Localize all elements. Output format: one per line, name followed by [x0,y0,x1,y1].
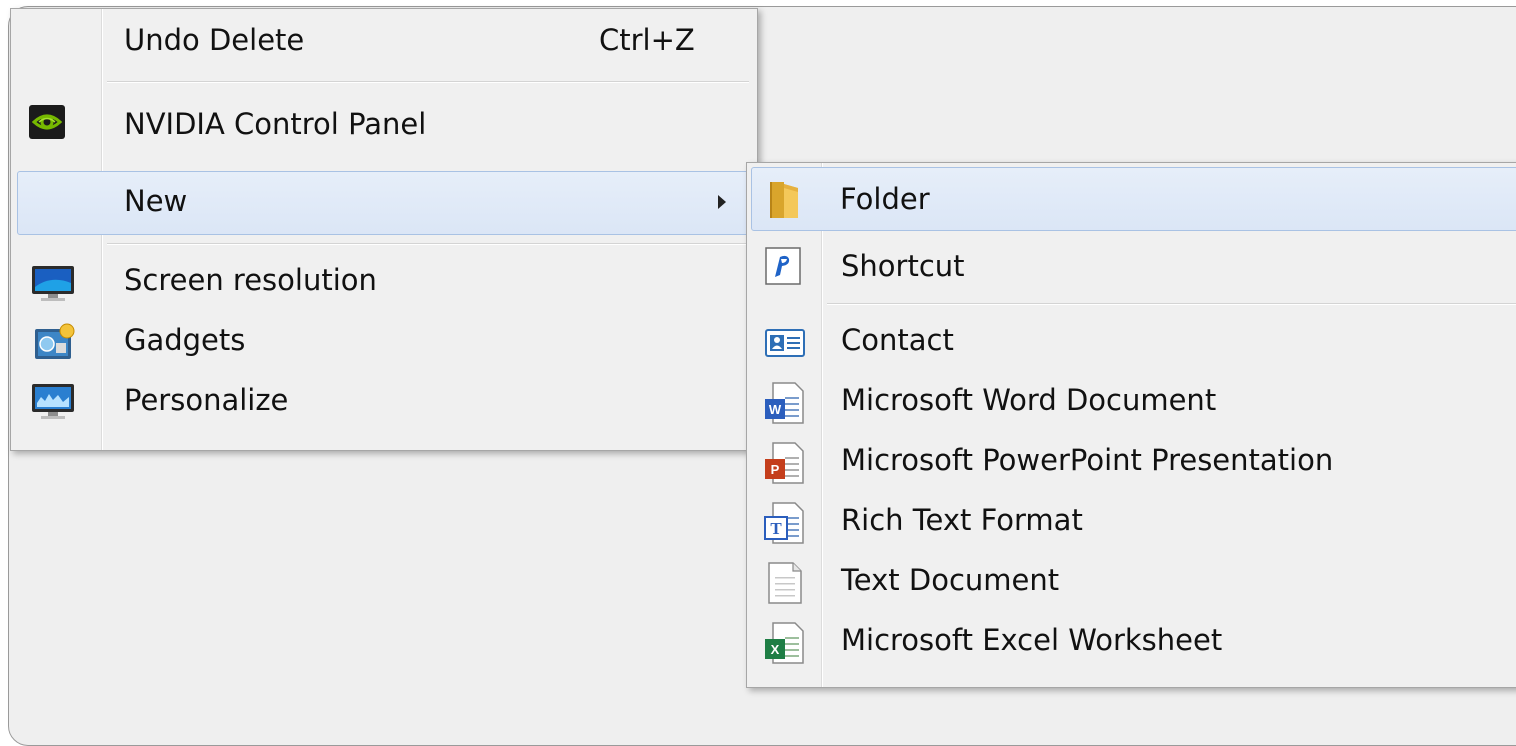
menu-item-nvidia-control-panel[interactable]: NVIDIA Control Panel [11,95,757,153]
new-submenu: Folder Shortcut Contact W Microsoft Word… [746,162,1516,688]
menu-item-gadgets[interactable]: Gadgets [11,315,757,371]
submenu-item-excel-worksheet[interactable]: X Microsoft Excel Worksheet [747,613,1516,671]
submenu-item-label: Text Document [841,563,1060,597]
submenu-item-word-document[interactable]: W Microsoft Word Document [747,373,1516,431]
submenu-item-label: Contact [841,323,954,357]
svg-text:T: T [770,519,782,538]
nvidia-icon [29,105,65,143]
contact-icon [765,329,805,361]
submenu-arrow-icon [718,195,726,209]
submenu-item-label: Microsoft PowerPoint Presentation [841,443,1334,477]
menu-item-screen-resolution[interactable]: Screen resolution [11,255,757,311]
menu-item-label: Screen resolution [124,263,377,297]
excel-worksheet-icon: X [763,621,805,669]
svg-text:X: X [771,642,780,657]
menu-item-label: Gadgets [124,323,246,357]
personalize-icon [31,383,75,425]
submenu-item-contact[interactable]: Contact [747,313,1516,371]
submenu-item-powerpoint-presentation[interactable]: P Microsoft PowerPoint Presentation [747,433,1516,491]
menu-item-undo-delete[interactable]: Undo Delete Ctrl+Z [11,13,757,71]
svg-text:W: W [769,402,782,417]
submenu-item-folder[interactable]: Folder [751,167,1516,231]
rich-text-icon: T [763,501,805,549]
svg-text:P: P [771,462,780,477]
folder-icon [766,178,810,224]
word-document-icon: W [763,381,805,429]
menu-item-personalize[interactable]: Personalize [11,375,757,431]
submenu-item-rich-text-format[interactable]: T Rich Text Format [747,493,1516,551]
menu-item-label: Personalize [124,383,289,417]
desktop-context-menu: Undo Delete Ctrl+Z NVIDIA Control Panel … [10,8,758,451]
submenu-item-label: Microsoft Word Document [841,383,1217,417]
menu-item-new[interactable]: New [17,171,751,235]
submenu-item-label: Rich Text Format [841,503,1083,537]
text-document-icon [767,561,803,609]
menu-item-label: Undo Delete [124,23,305,57]
submenu-item-label: Shortcut [841,249,965,283]
submenu-item-label: Folder [840,182,930,216]
gadgets-icon [33,323,77,367]
submenu-item-shortcut[interactable]: Shortcut [747,239,1516,295]
submenu-item-text-document[interactable]: Text Document [747,553,1516,611]
submenu-item-label: Microsoft Excel Worksheet [841,623,1223,657]
menu-item-label: NVIDIA Control Panel [124,107,427,141]
shortcut-icon [765,247,801,289]
powerpoint-presentation-icon: P [763,441,805,489]
shortcut-label: Ctrl+Z [599,23,695,57]
menu-item-label: New [124,184,188,218]
monitor-icon [31,265,75,307]
